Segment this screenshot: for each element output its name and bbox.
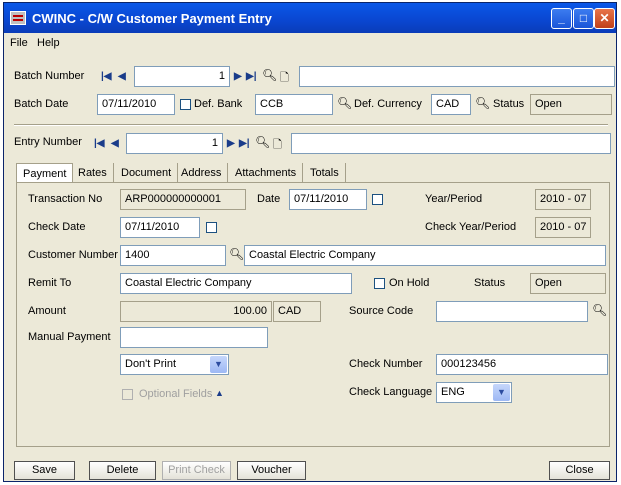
check-language-value: ENG xyxy=(441,386,465,398)
entry-first-icon[interactable]: |◀ xyxy=(94,138,105,149)
year-period-field: 2010 - 07 xyxy=(535,189,591,210)
status-field: Open xyxy=(530,273,606,294)
menu-bar: File Help xyxy=(4,33,616,53)
customer-name-field: Coastal Electric Company xyxy=(244,245,606,266)
entry-prev-icon[interactable]: ◀ xyxy=(111,138,119,149)
customer-finder-icon[interactable]: 🔍︎ xyxy=(229,247,244,261)
def-bank-label: Def. Bank xyxy=(194,98,243,110)
batch-calendar-icon[interactable] xyxy=(180,99,191,110)
maximize-button[interactable]: □ xyxy=(573,8,594,29)
manual-payment-field[interactable] xyxy=(120,327,268,348)
transaction-no-field: ARP000000000001 xyxy=(120,189,246,210)
close-button[interactable]: Close xyxy=(549,461,610,480)
entry-next-icon[interactable]: ▶ xyxy=(227,138,235,149)
window-title: CWINC - C/W Customer Payment Entry xyxy=(32,11,272,26)
tab-rates[interactable]: Rates xyxy=(72,163,114,183)
entry-last-icon[interactable]: ▶| xyxy=(239,138,250,149)
batch-status-field: Open xyxy=(530,94,612,115)
batch-status-label: Status xyxy=(493,98,525,110)
batch-description-field[interactable] xyxy=(299,66,615,87)
tab-totals[interactable]: Totals xyxy=(304,163,346,183)
date-calendar-icon[interactable] xyxy=(372,194,383,205)
batch-last-icon[interactable]: ▶| xyxy=(246,71,257,82)
check-number-label: Check Number xyxy=(349,358,423,370)
entry-new-icon[interactable]: 🗋 xyxy=(273,136,282,155)
tab-address[interactable]: Address xyxy=(175,163,229,183)
on-hold-checkbox[interactable] xyxy=(374,278,385,289)
amount-label: Amount xyxy=(28,305,66,317)
entry-number-field[interactable]: 1 xyxy=(126,133,223,154)
def-currency-field[interactable]: CAD xyxy=(431,94,471,115)
def-currency-label: Def. Currency xyxy=(354,98,422,110)
delete-button[interactable]: Delete xyxy=(89,461,156,480)
status-label: Status xyxy=(474,277,506,289)
voucher-button[interactable]: Voucher xyxy=(237,461,306,480)
customer-number-field[interactable]: 1400 xyxy=(120,245,226,266)
batch-new-icon[interactable]: 🗋 xyxy=(280,69,289,88)
def-bank-finder-icon[interactable]: 🔍︎ xyxy=(337,96,352,110)
date-field[interactable]: 07/11/2010 xyxy=(289,189,367,210)
print-option-value: Don't Print xyxy=(125,358,177,370)
batch-prev-icon[interactable]: ◀ xyxy=(118,71,126,82)
tab-payment[interactable]: Payment xyxy=(16,163,74,184)
print-option-select[interactable]: Don't Print ▼ xyxy=(120,354,229,375)
save-button[interactable]: Save xyxy=(14,461,75,480)
app-icon xyxy=(10,11,26,25)
amount-field: 100.00 xyxy=(120,301,272,322)
batch-date-field[interactable]: 07/11/2010 xyxy=(97,94,175,115)
def-currency-finder-icon[interactable]: 🔍︎ xyxy=(475,96,490,110)
manual-payment-label: Manual Payment xyxy=(28,331,111,343)
customer-number-label: Customer Number xyxy=(28,249,118,261)
remit-to-field[interactable]: Coastal Electric Company xyxy=(120,273,352,294)
chevron-down-icon[interactable]: ▼ xyxy=(493,384,510,401)
menu-help[interactable]: Help xyxy=(37,37,60,49)
menu-file[interactable]: File xyxy=(10,37,28,49)
batch-number-field[interactable]: 1 xyxy=(134,66,230,87)
batch-first-icon[interactable]: |◀ xyxy=(101,71,112,82)
source-code-label: Source Code xyxy=(349,305,414,317)
expand-up-icon[interactable]: ▲ xyxy=(215,388,224,398)
title-bar: CWINC - C/W Customer Payment Entry _ □ ✕ xyxy=(4,3,616,33)
batch-finder-icon[interactable]: 🔍︎ xyxy=(262,68,277,82)
chevron-down-icon[interactable]: ▼ xyxy=(210,356,227,373)
batch-next-icon[interactable]: ▶ xyxy=(234,71,242,82)
check-date-calendar-icon[interactable] xyxy=(206,222,217,233)
entry-finder-icon[interactable]: 🔍︎ xyxy=(255,135,270,149)
close-window-button[interactable]: ✕ xyxy=(594,8,615,29)
batch-date-label: Batch Date xyxy=(14,98,69,110)
on-hold-label: On Hold xyxy=(389,277,430,289)
check-date-label: Check Date xyxy=(28,221,86,233)
check-number-field[interactable]: 000123456 xyxy=(436,354,608,375)
source-code-field[interactable] xyxy=(436,301,588,322)
check-year-period-field: 2010 - 07 xyxy=(535,217,591,238)
batch-number-label: Batch Number xyxy=(14,70,85,82)
tab-attachments[interactable]: Attachments xyxy=(229,163,304,183)
currency-field: CAD xyxy=(273,301,321,322)
def-bank-field[interactable]: CCB xyxy=(255,94,333,115)
entry-number-label: Entry Number xyxy=(14,136,82,148)
payment-entry-window: CWINC - C/W Customer Payment Entry _ □ ✕… xyxy=(3,2,617,482)
year-period-label: Year/Period xyxy=(425,193,483,205)
remit-to-label: Remit To xyxy=(28,277,72,289)
check-language-label: Check Language xyxy=(349,386,433,398)
tab-document[interactable]: Document xyxy=(115,163,179,183)
date-label: Date xyxy=(257,193,281,205)
print-check-button[interactable]: Print Check xyxy=(162,461,231,480)
optional-fields-label: Optional Fields xyxy=(139,388,213,400)
minimize-button[interactable]: _ xyxy=(551,8,572,29)
check-date-field[interactable]: 07/11/2010 xyxy=(120,217,200,238)
entry-description-field[interactable] xyxy=(291,133,611,154)
source-code-finder-icon[interactable]: 🔍︎ xyxy=(592,303,607,317)
transaction-no-label: Transaction No xyxy=(28,193,103,205)
check-language-select[interactable]: ENG ▼ xyxy=(436,382,512,403)
check-year-period-label: Check Year/Period xyxy=(425,221,517,233)
separator xyxy=(14,124,608,126)
optional-fields-checkbox[interactable] xyxy=(122,389,133,400)
